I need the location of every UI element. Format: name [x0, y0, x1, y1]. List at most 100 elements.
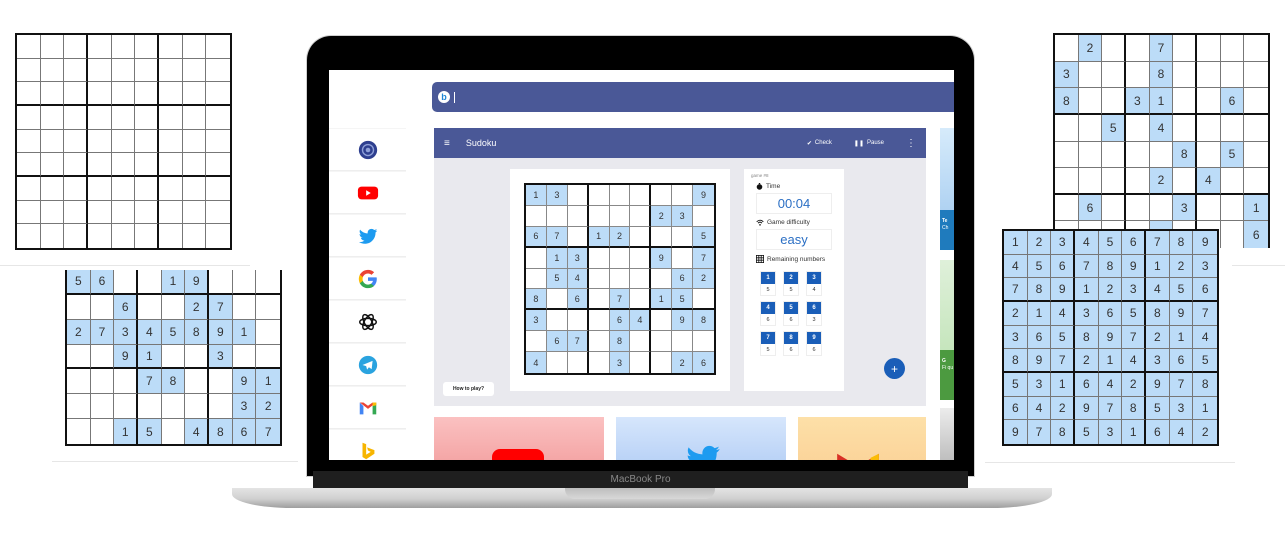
shortcut-gmail[interactable] [329, 386, 406, 429]
sudoku-cell[interactable] [609, 185, 631, 206]
sudoku-cell[interactable]: 8 [526, 289, 547, 311]
sudoku-cell[interactable] [546, 289, 568, 311]
sudoku-cell[interactable] [567, 310, 589, 332]
sudoku-cell[interactable]: 6 [672, 268, 694, 290]
side-card-3[interactable] [940, 408, 954, 460]
sudoku-cell[interactable] [568, 352, 589, 373]
remaining-number-button[interactable]: 34 [806, 271, 822, 296]
sudoku-cell[interactable]: 9 [672, 310, 694, 332]
sudoku-cell[interactable] [588, 185, 610, 206]
sudoku-cell[interactable]: 7 [546, 226, 568, 248]
pause-button[interactable]: ❚❚ Pause [854, 140, 884, 147]
shortcut-google[interactable] [329, 257, 406, 300]
sudoku-cell[interactable]: 5 [672, 289, 694, 311]
sudoku-cell[interactable] [526, 331, 547, 353]
sudoku-cell[interactable]: 6 [693, 352, 714, 373]
sudoku-cell[interactable] [588, 331, 610, 353]
gmail-tile[interactable] [798, 417, 926, 460]
sudoku-cell[interactable]: 1 [651, 289, 673, 311]
youtube-tile[interactable] [434, 417, 604, 460]
sudoku-cell[interactable]: 4 [567, 268, 589, 290]
sudoku-cell[interactable]: 2 [609, 226, 631, 248]
sudoku-cell[interactable] [609, 268, 631, 290]
remaining-number-button[interactable]: 86 [783, 331, 799, 356]
sudoku-cell[interactable] [588, 205, 610, 227]
sudoku-cell[interactable]: 4 [630, 310, 652, 332]
sudoku-cell[interactable]: 1 [588, 226, 610, 248]
sudoku-cell[interactable] [672, 331, 694, 353]
sudoku-cell[interactable] [589, 352, 610, 373]
sudoku-cell[interactable]: 6 [546, 331, 568, 353]
sudoku-cell[interactable]: 5 [693, 226, 714, 248]
sudoku-cell[interactable]: 2 [672, 352, 694, 373]
shortcut-telegram[interactable] [329, 343, 406, 386]
remaining-number-button[interactable]: 56 [783, 301, 799, 326]
remaining-number-button[interactable]: 25 [783, 271, 799, 296]
sudoku-cell[interactable]: 1 [546, 247, 568, 269]
sudoku-cell[interactable]: 6 [526, 226, 547, 248]
remaining-number-button[interactable]: 46 [760, 301, 776, 326]
sudoku-cell[interactable]: 6 [609, 310, 631, 332]
sudoku-cell[interactable] [588, 310, 610, 332]
sudoku-cell[interactable] [630, 331, 652, 353]
sudoku-cell[interactable]: 3 [526, 310, 547, 332]
sudoku-cell[interactable]: 3 [546, 185, 568, 206]
sudoku-cell[interactable]: 9 [693, 185, 714, 206]
sudoku-cell[interactable] [547, 352, 568, 373]
sudoku-cell[interactable]: 2 [693, 268, 714, 290]
sudoku-cell[interactable] [651, 352, 673, 373]
sudoku-cell[interactable] [693, 331, 714, 353]
new-game-fab[interactable]: + [884, 358, 905, 379]
sudoku-cell[interactable]: 1 [526, 185, 547, 206]
sudoku-cell[interactable] [588, 268, 610, 290]
sudoku-cell[interactable]: 9 [651, 247, 673, 269]
search-bar[interactable]: b [432, 82, 954, 112]
sudoku-cell[interactable] [526, 205, 547, 227]
sudoku-cell[interactable]: 3 [567, 247, 589, 269]
sudoku-cell[interactable]: 6 [567, 289, 589, 311]
sudoku-cell[interactable]: 5 [546, 268, 568, 290]
sudoku-cell[interactable] [630, 289, 652, 311]
sudoku-cell[interactable] [567, 185, 589, 206]
sudoku-cell[interactable] [672, 226, 694, 248]
sudoku-cell[interactable] [651, 226, 673, 248]
sudoku-cell[interactable] [651, 331, 673, 353]
sudoku-cell[interactable] [672, 185, 694, 206]
check-button[interactable]: ✔ Check [807, 140, 832, 147]
shortcut-site-logo[interactable] [329, 128, 406, 171]
sudoku-cell[interactable] [526, 247, 547, 269]
sudoku-cell[interactable] [630, 185, 652, 206]
sudoku-cell[interactable]: 4 [526, 352, 547, 373]
side-card-2-caption[interactable]: G Fi qu [940, 350, 954, 400]
remaining-number-button[interactable]: 75 [760, 331, 776, 356]
sudoku-cell[interactable]: 8 [609, 331, 631, 353]
remaining-number-button[interactable]: 96 [806, 331, 822, 356]
sudoku-cell[interactable] [651, 268, 673, 290]
remaining-number-button[interactable]: 15 [760, 271, 776, 296]
twitter-tile[interactable] [616, 417, 786, 460]
sudoku-cell[interactable] [609, 205, 631, 227]
sudoku-cell[interactable]: 7 [567, 331, 589, 353]
sudoku-cell[interactable] [609, 247, 631, 269]
sudoku-cell[interactable] [546, 310, 568, 332]
sudoku-cell[interactable] [526, 268, 547, 290]
sudoku-cell[interactable]: 7 [693, 247, 714, 269]
sudoku-cell[interactable]: 2 [651, 205, 673, 227]
shortcut-bing[interactable] [329, 429, 406, 460]
remaining-number-button[interactable]: 63 [806, 301, 822, 326]
sudoku-cell[interactable] [588, 247, 610, 269]
sudoku-cell[interactable] [651, 185, 673, 206]
sudoku-cell[interactable]: 3 [672, 205, 694, 227]
sudoku-cell[interactable] [693, 206, 714, 227]
sudoku-cell[interactable] [651, 310, 673, 332]
shortcut-twitter[interactable] [329, 214, 406, 257]
sudoku-cell[interactable] [630, 352, 652, 373]
sudoku-cell[interactable] [630, 247, 652, 269]
sudoku-cell[interactable] [567, 226, 589, 248]
more-options-icon[interactable]: ⋮ [906, 138, 916, 149]
sudoku-cell[interactable] [630, 226, 652, 248]
menu-icon[interactable]: ≡ [444, 138, 450, 149]
sudoku-cell[interactable] [672, 247, 694, 269]
sudoku-cell[interactable] [693, 289, 714, 311]
side-card-1-caption[interactable]: Te Ch [940, 210, 954, 250]
